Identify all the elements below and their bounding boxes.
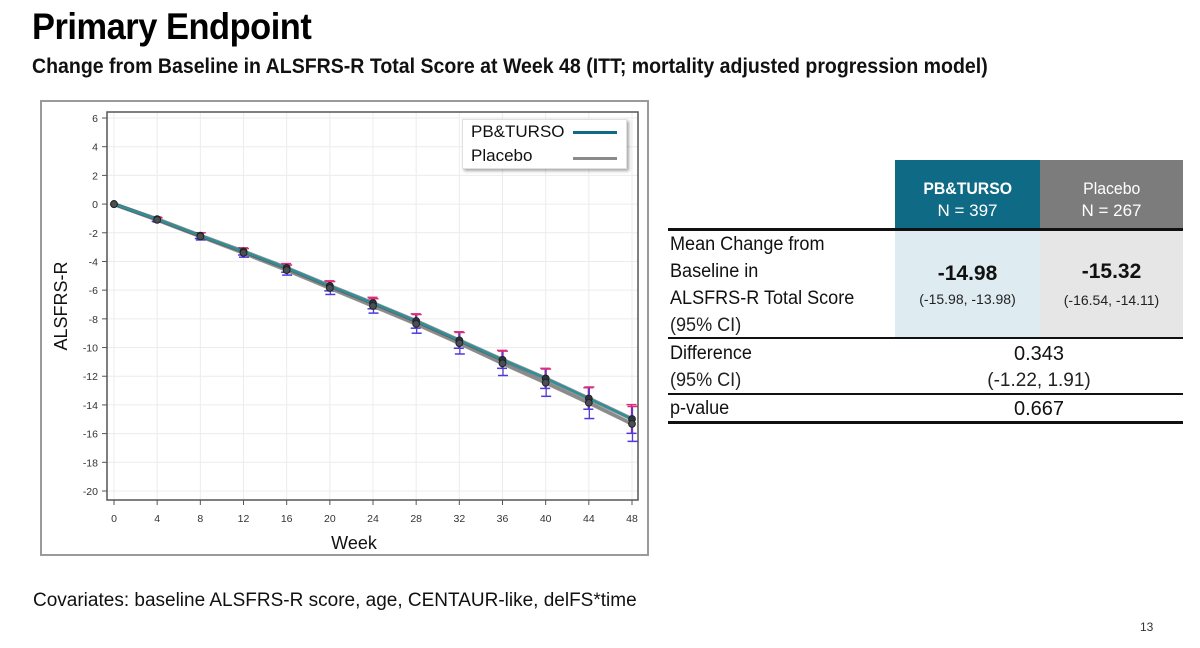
column-header-pb-turso: PB&TURSO N = 397 xyxy=(895,160,1040,228)
footnote-covariates: Covariates: baseline ALSFRS-R score, age… xyxy=(33,590,637,611)
column-n: N = 397 xyxy=(937,201,998,220)
x-tick-label: 28 xyxy=(410,513,422,525)
row-divider xyxy=(668,337,1183,339)
data-point-placebo xyxy=(628,419,636,428)
x-axis-ticks: 0 4 8 12 16 20 24 28 32 36 40 44 48 xyxy=(111,500,638,525)
y-tick-label: -20 xyxy=(83,486,98,498)
column-name: Placebo xyxy=(1082,179,1141,198)
x-tick-label: 16 xyxy=(281,513,293,525)
cell-bg-placebo xyxy=(1040,231,1183,337)
column-name: PB&TURSO xyxy=(923,179,1012,198)
row-label-difference: Difference (95% CI) xyxy=(670,343,752,391)
x-tick-label: 0 xyxy=(111,513,117,525)
x-tick-label: 20 xyxy=(324,513,336,525)
y-tick-label: 4 xyxy=(92,142,98,154)
x-tick-label: 4 xyxy=(154,513,160,525)
chart-legend: PB&TURSO Placebo xyxy=(462,119,627,169)
y-tick-label: -6 xyxy=(89,285,98,297)
data-point-placebo xyxy=(282,266,291,274)
x-tick-label: 12 xyxy=(238,513,250,525)
y-tick-label: -2 xyxy=(89,228,98,240)
column-n: N = 267 xyxy=(1081,201,1142,220)
page-number: 13 xyxy=(1140,620,1154,634)
table-bottom-rule xyxy=(668,421,1183,424)
data-point-placebo xyxy=(412,319,421,328)
placebo-mean-change: -15.32 xyxy=(1081,260,1142,283)
pb-turso-mean-change: -14.98 xyxy=(937,262,998,285)
p-value: 0.667 xyxy=(1013,398,1065,420)
y-tick-label: -12 xyxy=(83,371,98,383)
y-tick-label: 2 xyxy=(92,170,98,182)
data-point-placebo xyxy=(455,339,464,348)
pb-turso-ci: (-15.98, -13.98) xyxy=(919,291,1016,307)
data-point-placebo xyxy=(369,302,377,310)
x-tick-label: 48 xyxy=(626,513,638,525)
row-label-mean-change: Mean Change from Baseline in ALSFRS-R To… xyxy=(670,234,855,336)
x-tick-label: 40 xyxy=(540,513,552,525)
y-tick-label: 6 xyxy=(92,113,98,125)
difference-value: 0.343 xyxy=(1013,343,1065,365)
column-header-placebo: Placebo N = 267 xyxy=(1040,160,1183,228)
x-tick-label: 32 xyxy=(453,513,465,525)
data-point-placebo xyxy=(196,232,205,241)
y-tick-label: -18 xyxy=(83,457,98,469)
y-tick-label: 0 xyxy=(92,199,98,211)
data-point-placebo xyxy=(239,248,248,257)
legend-label-pb-turso: PB&TURSO xyxy=(471,122,565,141)
data-point-placebo xyxy=(325,284,334,292)
y-tick-label: -14 xyxy=(83,400,98,412)
y-tick-label: -8 xyxy=(89,314,98,326)
placebo-ci: (-16.54, -14.11) xyxy=(1063,292,1160,308)
y-axis-ticks: 6 4 2 0 -2 -4 -6 -8 -10 -12 -14 -16 -18 -20 xyxy=(83,113,107,498)
data-point-placebo xyxy=(110,200,118,208)
x-tick-label: 44 xyxy=(583,513,595,525)
x-tick-label: 24 xyxy=(367,513,379,525)
difference-ci: (-1.22, 1.91) xyxy=(987,370,1091,391)
x-tick-label: 36 xyxy=(497,513,509,525)
data-point-placebo xyxy=(584,398,593,407)
y-tick-label: -16 xyxy=(83,429,98,441)
x-axis-label: Week xyxy=(331,533,378,553)
row-label-p-value: p-value xyxy=(670,398,730,419)
y-tick-label: -10 xyxy=(83,343,98,355)
x-tick-label: 8 xyxy=(197,513,203,525)
row-divider xyxy=(668,393,1183,395)
data-point-placebo xyxy=(153,215,162,224)
y-axis-label: ALSFRS-R xyxy=(51,261,71,350)
legend-label-placebo: Placebo xyxy=(471,146,533,165)
y-tick-label: -4 xyxy=(89,256,98,268)
data-point-placebo xyxy=(541,378,550,387)
legend-swatch-placebo xyxy=(573,157,617,160)
legend-swatch-pb-turso xyxy=(573,131,617,134)
data-point-placebo xyxy=(498,359,507,368)
